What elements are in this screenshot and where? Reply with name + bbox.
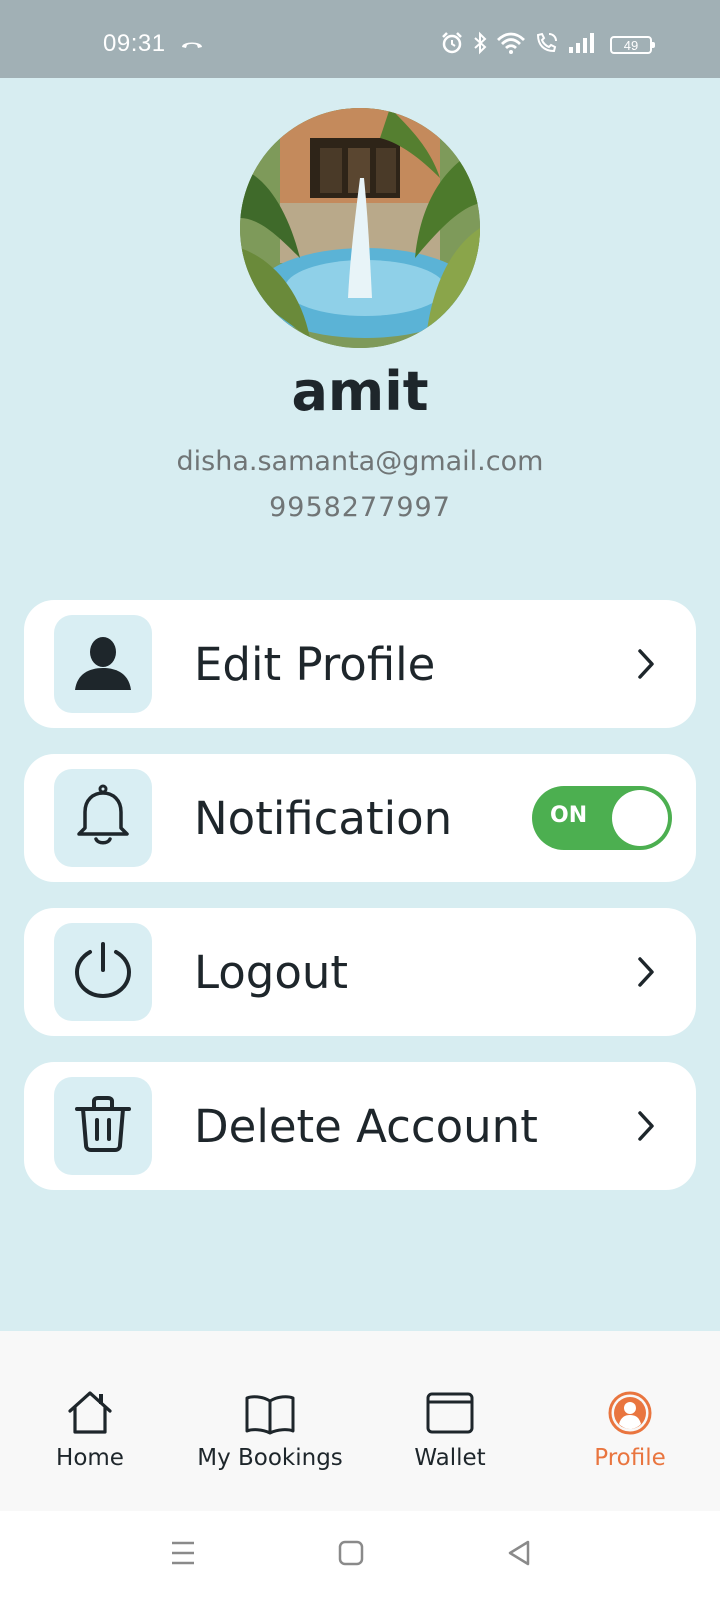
- menu-item-delete-account[interactable]: Delete Account: [24, 1062, 696, 1190]
- book-icon: [180, 1385, 360, 1435]
- status-time: 09:31: [103, 30, 166, 57]
- nav-item-wallet[interactable]: Wallet: [360, 1385, 540, 1471]
- bell-icon: [75, 784, 131, 852]
- chevron-right-icon: [634, 646, 658, 686]
- profile-name: amit: [291, 360, 429, 423]
- toggle-label: ON: [550, 803, 588, 828]
- trash-icon: [74, 1095, 132, 1157]
- nav-item-profile[interactable]: Profile: [540, 1385, 720, 1471]
- nav-item-home[interactable]: Home: [0, 1385, 180, 1471]
- recents-menu-icon[interactable]: [170, 1539, 196, 1571]
- edit-profile-icon-box: [54, 615, 152, 713]
- profile-email: disha.samanta@gmail.com: [176, 446, 544, 477]
- nav-label: Wallet: [414, 1445, 486, 1471]
- power-icon: [73, 940, 133, 1004]
- menu-item-notification: Notification ON: [24, 754, 696, 882]
- menu-item-label: Logout: [194, 946, 349, 999]
- avatar[interactable]: [240, 108, 480, 348]
- menu-item-label: Edit Profile: [194, 638, 436, 691]
- chevron-right-icon: [634, 954, 658, 994]
- toggle-knob: [612, 790, 668, 846]
- profile-icon: [540, 1385, 720, 1435]
- nav-label: Profile: [594, 1445, 666, 1471]
- bluetooth-icon: [472, 31, 488, 59]
- home-icon: [0, 1385, 180, 1435]
- alarm-icon: [440, 31, 464, 59]
- menu-item-edit-profile[interactable]: Edit Profile: [24, 600, 696, 728]
- logout-icon-box: [54, 923, 152, 1021]
- nav-label: Home: [56, 1445, 124, 1471]
- menu-item-logout[interactable]: Logout: [24, 908, 696, 1036]
- home-button-icon[interactable]: [338, 1539, 364, 1571]
- nav-item-my-bookings[interactable]: My Bookings: [180, 1385, 360, 1471]
- system-nav-bar: [0, 1511, 720, 1600]
- wifi-call-icon: [534, 31, 560, 59]
- call-icon: [180, 36, 204, 55]
- menu-item-label: Notification: [194, 792, 453, 845]
- profile-phone: 9958277997: [269, 492, 451, 523]
- menu-item-label: Delete Account: [194, 1100, 538, 1153]
- battery-icon: 49: [610, 36, 655, 54]
- back-button-icon[interactable]: [506, 1539, 532, 1571]
- status-bar: 09:31 49: [0, 0, 720, 78]
- wallet-icon: [360, 1385, 540, 1435]
- notification-toggle[interactable]: ON: [532, 786, 672, 850]
- person-icon: [73, 632, 133, 696]
- status-icons: 49: [440, 30, 655, 60]
- notification-icon-box: [54, 769, 152, 867]
- delete-account-icon-box: [54, 1077, 152, 1175]
- wifi-icon: [496, 31, 526, 59]
- signal-icon: [568, 32, 598, 58]
- bottom-nav: Home My Bookings Wallet Profile: [0, 1331, 720, 1511]
- nav-label: My Bookings: [197, 1445, 343, 1471]
- chevron-right-icon: [634, 1108, 658, 1148]
